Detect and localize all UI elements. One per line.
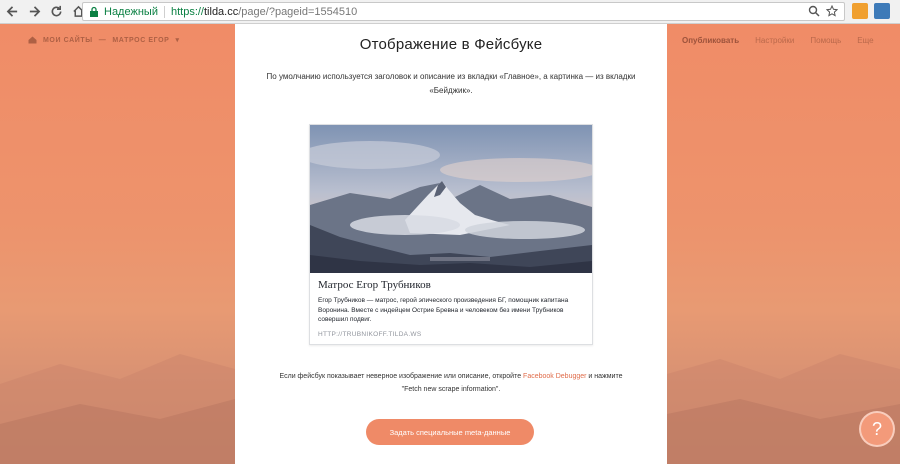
page-title: Отображение в Фейсбуке (359, 36, 543, 53)
secure-label: Надежный (104, 5, 158, 18)
card-description: Егор Трубников — матрос, герой эпическог… (318, 297, 569, 323)
publish-link[interactable]: Опубликовать (682, 36, 739, 45)
preview-image (310, 125, 592, 273)
divider (163, 5, 165, 18)
browser-toolbar: Надежный https://tilda.cc/page/?pageid=1… (0, 0, 900, 24)
card-url: HTTP://TRUBNIKOFF.TILDA.WS (318, 331, 422, 338)
extension-icon[interactable] (874, 3, 890, 19)
forward-icon[interactable] (24, 2, 44, 22)
debugger-note: Если фейсбук показывает неверное изображ… (279, 373, 623, 393)
breadcrumb-separator: — (98, 36, 107, 44)
address-bar[interactable]: Надежный https://tilda.cc/page/?pageid=1… (82, 2, 845, 21)
breadcrumb-project[interactable]: МАТРОС ЕГОР (112, 37, 169, 44)
help-link[interactable]: Помощь (810, 36, 841, 45)
reload-icon[interactable] (46, 2, 66, 22)
facebook-preview-card: Матрос Егор Трубников Егор Трубников — м… (309, 124, 593, 345)
extension-icon[interactable] (852, 3, 868, 19)
chevron-down-icon[interactable]: ▾ (175, 36, 179, 44)
breadcrumb-sites[interactable]: МОИ САЙТЫ (43, 37, 93, 44)
card-title: Матрос Егор Трубников (318, 279, 431, 291)
star-icon[interactable] (826, 5, 838, 17)
zoom-icon[interactable] (808, 5, 820, 17)
top-menu: Опубликовать Настройки Помощь Еще (682, 36, 874, 45)
set-meta-button[interactable]: Задать специальные meta-данные (366, 419, 534, 445)
facebook-preview-panel: Отображение в Фейсбуке По умолчанию испо… (235, 24, 667, 464)
help-button[interactable]: ? (859, 411, 895, 447)
more-link[interactable]: Еще (857, 36, 873, 45)
settings-link[interactable]: Настройки (755, 36, 794, 45)
panel-description: По умолчанию используется заголовок и оп… (266, 72, 636, 95)
breadcrumb: МОИ САЙТЫ — МАТРОС ЕГОР ▾ (28, 36, 180, 44)
back-icon[interactable] (2, 2, 22, 22)
home-icon[interactable] (28, 36, 37, 44)
url-text: https://tilda.cc/page/?pageid=1554510 (170, 5, 358, 18)
lock-icon (90, 6, 98, 17)
facebook-debugger-link[interactable]: Facebook Debugger (523, 373, 586, 380)
